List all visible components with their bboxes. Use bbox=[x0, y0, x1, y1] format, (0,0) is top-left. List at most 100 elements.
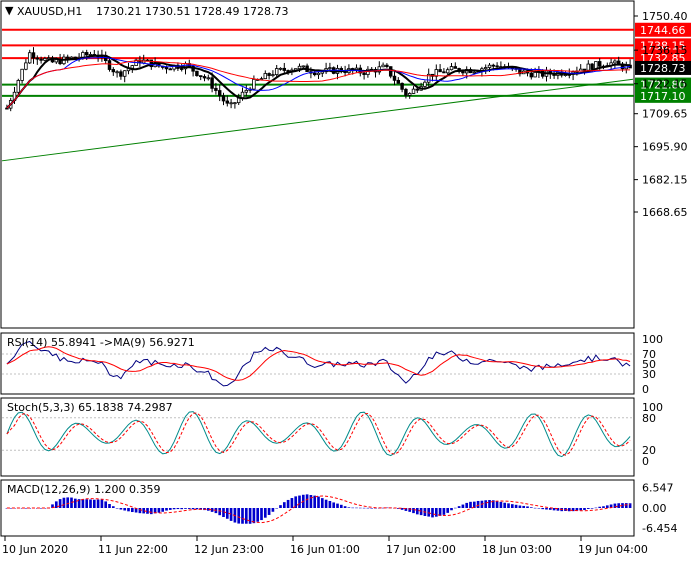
macd-bar bbox=[184, 508, 187, 509]
candle-body bbox=[487, 64, 492, 68]
macd-bar bbox=[533, 507, 537, 509]
macd-bar bbox=[427, 508, 431, 517]
candle-body bbox=[31, 52, 36, 59]
macd-bar bbox=[446, 508, 450, 513]
candle-body bbox=[396, 79, 401, 84]
level-tag-label: 1717.10 bbox=[640, 90, 686, 103]
macd-bar bbox=[324, 499, 328, 508]
macd-bar bbox=[537, 508, 541, 509]
candle-body bbox=[111, 69, 116, 73]
stoch-label: Stoch(5,3,3) 65.1838 74.2987 bbox=[7, 401, 173, 414]
price-tick-label: 1668.65 bbox=[642, 206, 688, 219]
candle-body bbox=[119, 71, 123, 77]
macd-bar bbox=[108, 504, 111, 508]
candle-body bbox=[461, 71, 465, 74]
macd-bar bbox=[431, 508, 434, 518]
candle-body bbox=[407, 93, 412, 96]
macd-bar bbox=[358, 507, 362, 509]
candle-body bbox=[616, 60, 621, 65]
macd-bar bbox=[275, 508, 279, 509]
candle-body bbox=[233, 102, 237, 105]
macd-bar bbox=[514, 504, 518, 508]
macd-bar bbox=[111, 506, 115, 508]
macd-bar bbox=[461, 504, 465, 508]
candle-body bbox=[278, 67, 283, 70]
candle-body bbox=[39, 58, 43, 61]
macd-label: MACD(12,26,9) 1.200 0.359 bbox=[7, 483, 161, 496]
macd-bar bbox=[526, 506, 529, 508]
macd-bar bbox=[469, 501, 472, 508]
candle-body bbox=[206, 77, 211, 80]
macd-bar bbox=[298, 495, 301, 508]
main-price-panel bbox=[0, 0, 635, 329]
macd-bar bbox=[628, 503, 632, 508]
macd-bar bbox=[624, 503, 628, 508]
rsi-tick-label: 0 bbox=[642, 383, 649, 396]
macd-bar bbox=[320, 498, 324, 508]
candle-body bbox=[590, 63, 594, 70]
macd-bar bbox=[138, 508, 142, 514]
macd-bar bbox=[362, 507, 366, 509]
stoch-tick-label: 0 bbox=[642, 455, 649, 468]
macd-bar bbox=[541, 508, 545, 510]
candle-body bbox=[472, 71, 477, 74]
macd-bar bbox=[583, 508, 586, 511]
candle-body bbox=[381, 64, 385, 68]
rsi-tick-label: 100 bbox=[642, 333, 663, 346]
candle-body bbox=[252, 78, 256, 90]
macd-bar bbox=[567, 508, 571, 512]
candle-body bbox=[16, 80, 21, 93]
macd-bar bbox=[529, 507, 533, 508]
macd-bar bbox=[347, 507, 351, 508]
symbol-dropdown-icon[interactable]: ▼ bbox=[5, 4, 14, 17]
macd-bar bbox=[256, 508, 260, 522]
candle-body bbox=[411, 88, 416, 94]
candle-body bbox=[385, 64, 389, 68]
macd-bar bbox=[149, 508, 153, 515]
stoch-tick-label: 80 bbox=[642, 412, 656, 425]
price-tick-label: 1695.90 bbox=[642, 141, 688, 154]
macd-bar bbox=[290, 498, 294, 508]
candle-body bbox=[392, 75, 397, 81]
macd-bar bbox=[579, 508, 583, 511]
macd-bar bbox=[252, 508, 256, 524]
macd-bar bbox=[499, 501, 503, 508]
macd-bar bbox=[85, 499, 89, 508]
level-tag-label: 1744.66 bbox=[640, 24, 686, 37]
macd-bar bbox=[450, 508, 453, 511]
candle-body bbox=[297, 65, 302, 70]
time-tick-label: 16 Jun 01:00 bbox=[290, 543, 360, 556]
candle-body bbox=[84, 52, 89, 56]
macd-bar bbox=[260, 508, 263, 521]
macd-bar bbox=[605, 505, 609, 508]
candle-body bbox=[198, 75, 203, 78]
candle-body bbox=[24, 62, 28, 70]
macd-bar bbox=[351, 507, 355, 509]
price-tick-label: 1709.65 bbox=[642, 108, 688, 121]
macd-bar bbox=[100, 499, 104, 508]
candle-body bbox=[328, 67, 332, 70]
price-tick-label: 1736.15 bbox=[642, 44, 688, 57]
candle-body bbox=[225, 100, 230, 104]
candle-body bbox=[613, 60, 617, 64]
current-price-label: 1728.73 bbox=[640, 62, 686, 75]
macd-bar bbox=[244, 508, 248, 524]
macd-bar bbox=[237, 508, 241, 524]
candle-body bbox=[400, 82, 404, 90]
candle-body bbox=[35, 57, 40, 60]
macd-bar bbox=[355, 507, 358, 509]
candle-body bbox=[65, 56, 70, 59]
macd-bar bbox=[165, 508, 168, 511]
macd-bar bbox=[602, 506, 605, 508]
macd-bar bbox=[488, 500, 491, 508]
candle-body bbox=[130, 65, 135, 69]
candle-body bbox=[210, 77, 214, 89]
macd-bar bbox=[115, 508, 119, 509]
candle-body bbox=[453, 66, 458, 69]
macd-bar bbox=[161, 508, 165, 512]
macd-bar bbox=[168, 508, 172, 510]
macd-bar bbox=[328, 500, 332, 508]
candle-body bbox=[586, 63, 591, 71]
macd-bar bbox=[594, 507, 598, 509]
candle-body bbox=[107, 60, 112, 70]
